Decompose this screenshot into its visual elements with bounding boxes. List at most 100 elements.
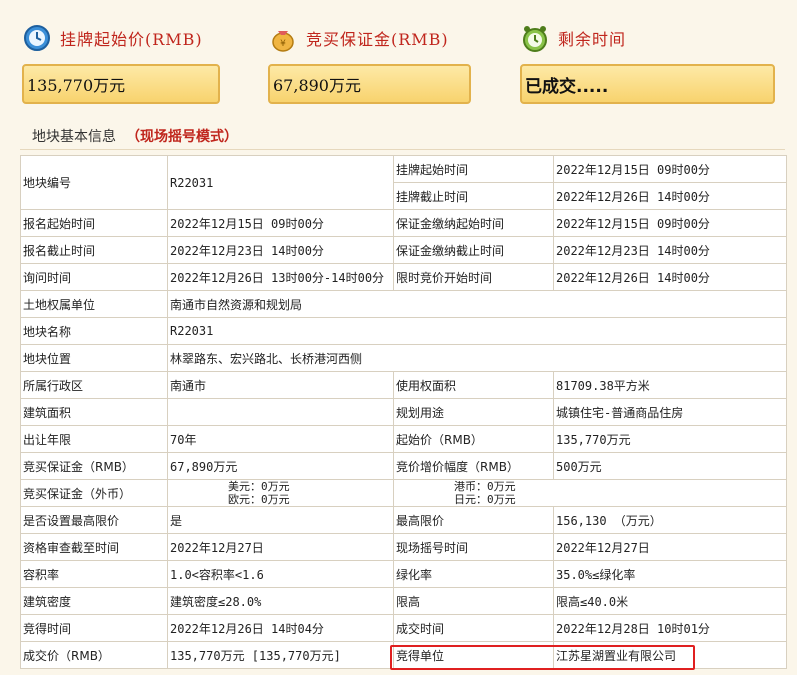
table-cell-label: 保证金缴纳截止时间 [393, 236, 554, 264]
table-cell-value: 2022年12月15日 09时00分 [167, 209, 394, 237]
table-cell-value: 2022年12月27日 [553, 533, 787, 561]
table-cell-value: 限高≤40.0米 [553, 587, 787, 615]
table-cell-value: 2022年12月15日 09时00分 [553, 209, 787, 237]
table-row: 竞买保证金（RMB） 67,890万元 竞价增价幅度（RMB） 500万元 [20, 452, 787, 480]
table-cell-label: 出让年限 [20, 425, 168, 453]
table-cell-value: 建筑密度≤28.0% [167, 587, 394, 615]
start-price-panel: 挂牌起始价(RMB) 135,770万元 [22, 18, 220, 104]
table-cell-value: 70年 [167, 425, 394, 453]
section-header: 地块基本信息 （现场摇号模式） [20, 122, 785, 150]
remaining-time-title: 剩余时间 [558, 30, 627, 49]
table-cell-value: 2022年12月26日 14时04分 [167, 614, 394, 642]
table-cell-value: 2022年12月28日 10时01分 [553, 614, 787, 642]
jpy-deposit: 日元：0万元 [454, 493, 516, 506]
table-cell-label: 资格审查截至时间 [20, 533, 168, 561]
table-cell-value: 2022年12月23日 14时00分 [167, 236, 394, 264]
table-cell-value: 2022年12月23日 14时00分 [553, 236, 787, 264]
table-cell-label: 容积率 [20, 560, 168, 588]
table-cell-label: 最高限价 [393, 506, 554, 534]
table-cell-value: 2022年12月26日 14时00分 [553, 182, 787, 210]
table-cell-value: R22031 [167, 155, 394, 210]
table-cell-value [167, 398, 394, 426]
table-row: 建筑面积 规划用途 城镇住宅-普通商品住房 [20, 398, 787, 426]
table-cell-label: 竞价增价幅度（RMB） [393, 452, 554, 480]
deposit-title: 竞买保证金(RMB) [306, 30, 449, 49]
table-row: 地块名称 R22031 [20, 317, 787, 345]
svg-text:¥: ¥ [280, 39, 286, 49]
table-cell-label: 建筑面积 [20, 398, 168, 426]
table-cell-value: 2022年12月27日 [167, 533, 394, 561]
deposit-value: 67,890万元 [268, 64, 471, 104]
start-price-value: 135,770万元 [22, 64, 220, 104]
table-row: 地块位置 林翠路东、宏兴路北、长桥港河西侧 [20, 344, 787, 372]
section-title: 地块基本信息 [32, 128, 116, 145]
table-cell-label: 挂牌截止时间 [393, 182, 554, 210]
table-cell-value: 林翠路东、宏兴路北、长桥港河西侧 [167, 344, 787, 372]
table-row: 询问时间 2022年12月26日 13时00分-14时00分 限时竞价开始时间 202… [20, 263, 787, 291]
table-cell-label: 竞得单位 [393, 641, 554, 669]
table-cell-label: 是否设置最高限价 [20, 506, 168, 534]
table-cell-value: 港币：0万元 日元：0万元 [393, 479, 787, 507]
table-cell-value: 2022年12月26日 13时00分-14时00分 [167, 263, 394, 291]
table-cell-value: 35.0%≤绿化率 [553, 560, 787, 588]
table-row: 出让年限 70年 起始价（RMB） 135,770万元 [20, 425, 787, 453]
table-row: 报名起始时间 2022年12月15日 09时00分 保证金缴纳起始时间 2022年12… [20, 209, 787, 237]
table-cell-label: 竞得时间 [20, 614, 168, 642]
table-cell-label: 保证金缴纳起始时间 [393, 209, 554, 237]
table-row: 竞得时间 2022年12月26日 14时04分 成交时间 2022年12月28日 10… [20, 614, 787, 642]
table-row: 成交价（RMB） 135,770万元 [135,770万元] 竞得单位 江苏星湖置业有… [20, 641, 787, 669]
table-cell-value: 江苏星湖置业有限公司 [553, 641, 787, 669]
table-cell-value: 南通市自然资源和规划局 [167, 290, 787, 318]
table-cell-value: 南通市 [167, 371, 394, 399]
table-cell-label: 土地权属单位 [20, 290, 168, 318]
table-row: 资格审查截至时间 2022年12月27日 现场摇号时间 2022年12月27日 [20, 533, 787, 561]
table-cell-label: 绿化率 [393, 560, 554, 588]
table-cell-value: 城镇住宅-普通商品住房 [553, 398, 787, 426]
table-cell-label: 报名截止时间 [20, 236, 168, 264]
section-mode: （现场摇号模式） [126, 128, 238, 145]
table-cell-value: 2022年12月26日 14时00分 [553, 263, 787, 291]
table-row: 报名截止时间 2022年12月23日 14时00分 保证金缴纳截止时间 2022年12… [20, 236, 787, 264]
table-cell-label: 成交时间 [393, 614, 554, 642]
table-cell-label: 报名起始时间 [20, 209, 168, 237]
table-cell-label: 挂牌起始时间 [393, 155, 554, 183]
table-row: 地块编号 R22031 挂牌起始时间 2022年12月15日 09时00分 [20, 155, 787, 210]
table-cell-label: 规划用途 [393, 398, 554, 426]
table-cell-label: 使用权面积 [393, 371, 554, 399]
table-cell-value: 是 [167, 506, 394, 534]
table-cell-value: R22031 [167, 317, 787, 345]
table-cell-label: 竞买保证金（RMB） [20, 452, 168, 480]
table-cell-value: 81709.38平方米 [553, 371, 787, 399]
table-cell-value: 1.0<容积率<1.6 [167, 560, 394, 588]
table-cell-value: 135,770万元 [553, 425, 787, 453]
table-cell-label: 地块名称 [20, 317, 168, 345]
table-cell-label: 所属行政区 [20, 371, 168, 399]
table-cell-label: 限时竞价开始时间 [393, 263, 554, 291]
table-row: 所属行政区 南通市 使用权面积 81709.38平方米 [20, 371, 787, 399]
start-price-title: 挂牌起始价(RMB) [60, 30, 203, 49]
money-bag-icon: ¥ [272, 31, 294, 52]
table-cell-value: 美元：0万元 欧元：0万元 [167, 479, 394, 507]
table-row: 竞买保证金（外币） 美元：0万元 欧元：0万元 港币：0万元 日元：0万元 [20, 479, 787, 507]
table-cell-value: 500万元 [553, 452, 787, 480]
clock-icon [24, 25, 50, 51]
table-cell-label: 现场摇号时间 [393, 533, 554, 561]
table-cell-label: 限高 [393, 587, 554, 615]
remaining-time-panel: 剩余时间 已成交..... [520, 18, 775, 104]
land-info-table: 地块编号 R22031 挂牌起始时间 2022年12月15日 09时00分 挂牌… [20, 155, 787, 669]
table-row: 土地权属单位 南通市自然资源和规划局 [20, 290, 787, 318]
table-row: 容积率 1.0<容积率<1.6 绿化率 35.0%≤绿化率 [20, 560, 787, 588]
table-row: 建筑密度 建筑密度≤28.0% 限高 限高≤40.0米 [20, 587, 787, 615]
table-row: 是否设置最高限价是最高限价 156,130 （万元） [20, 506, 787, 534]
table-cell-label: 起始价（RMB） [393, 425, 554, 453]
remaining-time-value: 已成交..... [520, 64, 775, 104]
table-cell-value: 156,130 （万元） [553, 506, 787, 534]
usd-deposit: 美元：0万元 [228, 480, 290, 494]
table-cell-value: 2022年12月15日 09时00分 [553, 155, 787, 183]
table-cell-value: 135,770万元 [135,770万元] [167, 641, 394, 669]
hkd-deposit: 港币：0万元 [454, 480, 516, 494]
eur-deposit: 欧元：0万元 [228, 493, 290, 506]
table-cell-label: 地块编号 [20, 155, 168, 210]
table-cell-label: 竞买保证金（外币） [20, 479, 168, 507]
table-cell-label: 建筑密度 [20, 587, 168, 615]
